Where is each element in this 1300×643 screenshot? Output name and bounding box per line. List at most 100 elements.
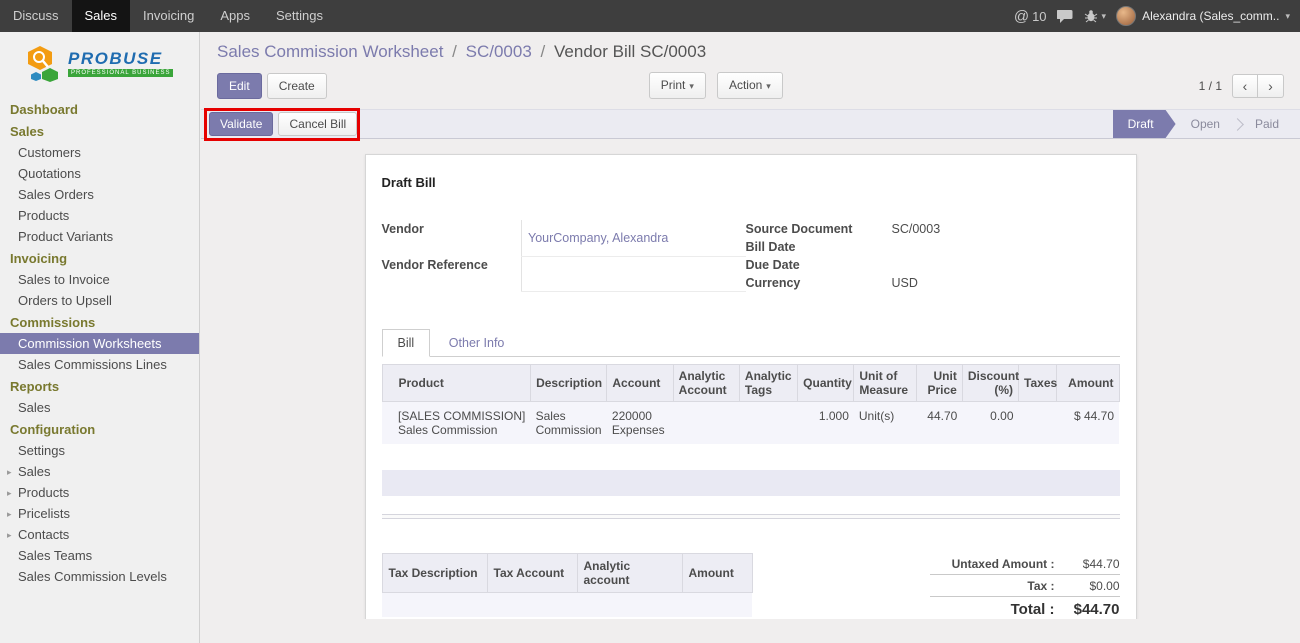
menu-apps[interactable]: Apps (207, 0, 263, 32)
col-amount: Amount (1057, 365, 1119, 402)
sidebar-section-dashboard[interactable]: Dashboard (0, 98, 199, 120)
sidebar-section-invoicing[interactable]: Invoicing (0, 247, 199, 269)
total-row: Total : $44.70 (930, 597, 1120, 619)
pager-previous-button[interactable]: ‹ (1232, 74, 1258, 98)
pager-next-button[interactable]: › (1258, 74, 1284, 98)
bill-date-label: Bill Date (746, 238, 886, 256)
form-sheet: Draft Bill Vendor YourCompany, Alexandra… (365, 154, 1137, 619)
sidebar-item-products[interactable]: Products (0, 205, 199, 226)
expand-arrow-icon: ▸ (7, 507, 12, 522)
breadcrumb-separator: / (448, 42, 461, 61)
action-dropdown-button[interactable]: Action ▾ (717, 72, 783, 99)
col-taxes: Taxes (1019, 365, 1057, 402)
cell-amount: $ 44.70 (1057, 402, 1119, 445)
cell-discount: 0.00 (962, 402, 1018, 445)
vendor-value-link[interactable]: YourCompany, Alexandra (522, 220, 746, 256)
sidebar-item-customers[interactable]: Customers (0, 142, 199, 163)
pager: 1 / 1 ‹ › (1199, 74, 1284, 98)
sidebar-item-product-variants[interactable]: Product Variants (0, 226, 199, 247)
sidebar-item-sales-teams[interactable]: Sales Teams (0, 545, 199, 566)
sidebar-item-config-products[interactable]: ▸Products (0, 482, 199, 503)
status-steps: Draft Open Paid (1113, 110, 1300, 138)
sidebar-section-sales[interactable]: Sales (0, 120, 199, 142)
control-panel: Sales Commission Worksheet / SC/0003 / V… (201, 32, 1300, 99)
vendor-reference-label: Vendor Reference (382, 256, 522, 291)
col-account: Account (607, 365, 673, 402)
notebook-tabs: Bill Other Info (382, 328, 1120, 357)
edit-button[interactable]: Edit (217, 73, 262, 99)
sidebar-item-quotations[interactable]: Quotations (0, 163, 199, 184)
debug-menu[interactable]: ▾ (1084, 9, 1107, 23)
sidebar-item-commission-worksheets[interactable]: Commission Worksheets (0, 333, 199, 354)
sidebar-section-reports[interactable]: Reports (0, 375, 199, 397)
tab-other-info[interactable]: Other Info (434, 330, 520, 356)
caret-down-icon: ▾ (689, 81, 694, 91)
mention-icon: @ (1014, 8, 1029, 25)
totals: Untaxed Amount : $44.70 Tax : $0.00 Tota… (930, 553, 1120, 619)
cell-taxes (1019, 402, 1057, 445)
sidebar-item-sales-commission-levels[interactable]: Sales Commission Levels (0, 566, 199, 587)
breadcrumb-worksheet-link[interactable]: Sales Commission Worksheet (217, 42, 443, 61)
total-value: $44.70 (1065, 601, 1120, 618)
sidebar-item-settings[interactable]: Settings (0, 440, 199, 461)
tax-label: Tax : (930, 579, 1065, 593)
product-code: [SALES COMMISSION] (398, 409, 526, 423)
create-button[interactable]: Create (267, 73, 327, 99)
vendor-reference-value[interactable] (522, 256, 746, 291)
spacer (382, 496, 1120, 514)
table-row[interactable]: [SALES COMMISSION] Sales Commission Sale… (382, 402, 1119, 445)
mention-counter[interactable]: @ 10 (1014, 8, 1047, 25)
tax-lines-table: Tax Description Tax Account Analytic acc… (382, 553, 753, 617)
tax-area: Tax Description Tax Account Analytic acc… (382, 553, 753, 619)
sidebar-item-orders-to-upsell[interactable]: Orders to Upsell (0, 290, 199, 311)
bill-date-value[interactable] (886, 238, 1120, 256)
sidebar-item-sales-orders[interactable]: Sales Orders (0, 184, 199, 205)
cell-product: [SALES COMMISSION] Sales Commission (382, 402, 531, 445)
vendor-label: Vendor (382, 220, 522, 256)
total-label: Total : (930, 601, 1065, 618)
expand-arrow-icon: ▸ (7, 465, 12, 480)
mention-count: 10 (1032, 9, 1046, 24)
breadcrumb-separator: / (537, 42, 550, 61)
expand-arrow-icon: ▸ (7, 528, 12, 543)
sidebar-item-sales-to-invoice[interactable]: Sales to Invoice (0, 269, 199, 290)
user-menu[interactable]: Alexandra (Sales_comm.. ▾ (1116, 6, 1290, 26)
col-analytic-account: Analytic Account (673, 365, 739, 402)
messages-button[interactable] (1057, 9, 1074, 24)
sidebar: PROBUSE PROFESSIONAL BUSINESS Dashboard … (0, 32, 200, 643)
source-document-label: Source Document (746, 220, 886, 238)
caret-down-icon: ▾ (766, 81, 771, 91)
col-unit-price: Unit Price (916, 365, 962, 402)
breadcrumb-sc0003-link[interactable]: SC/0003 (466, 42, 532, 61)
sidebar-section-commissions[interactable]: Commissions (0, 311, 199, 333)
list-divider (382, 514, 1120, 519)
cell-unit-price: 44.70 (916, 402, 962, 445)
action-label: Action (729, 78, 762, 92)
source-document-value: SC/0003 (886, 220, 1120, 238)
menu-sales[interactable]: Sales (72, 0, 131, 32)
sidebar-section-configuration[interactable]: Configuration (0, 418, 199, 440)
avatar (1116, 6, 1136, 26)
due-date-value[interactable] (886, 256, 1120, 274)
statusbar: Validate Cancel Bill Draft Open Paid (201, 109, 1300, 139)
menu-settings[interactable]: Settings (263, 0, 336, 32)
sidebar-item-reports-sales[interactable]: Sales (0, 397, 199, 418)
bottom-section: Tax Description Tax Account Analytic acc… (382, 553, 1120, 619)
print-label: Print (661, 78, 686, 92)
cancel-bill-button[interactable]: Cancel Bill (278, 112, 357, 136)
cell-account: 220000 Expenses (607, 402, 673, 445)
sidebar-item-config-sales[interactable]: ▸Sales (0, 461, 199, 482)
invoice-lines-table: Product Description Account Analytic Acc… (382, 364, 1120, 444)
menu-discuss[interactable]: Discuss (0, 0, 72, 32)
sidebar-item-sales-commissions-lines[interactable]: Sales Commissions Lines (0, 354, 199, 375)
print-dropdown-button[interactable]: Print▾ (649, 72, 706, 99)
col-discount: Discount (%) (962, 365, 1018, 402)
chevron-right-icon: › (1268, 78, 1273, 94)
sidebar-item-pricelists[interactable]: ▸Pricelists (0, 503, 199, 524)
validate-button[interactable]: Validate (209, 112, 273, 136)
sidebar-item-contacts[interactable]: ▸Contacts (0, 524, 199, 545)
probuse-logo-icon (26, 44, 62, 82)
menu-invoicing[interactable]: Invoicing (130, 0, 207, 32)
col-tax-account: Tax Account (487, 554, 577, 593)
tab-bill[interactable]: Bill (382, 329, 431, 357)
